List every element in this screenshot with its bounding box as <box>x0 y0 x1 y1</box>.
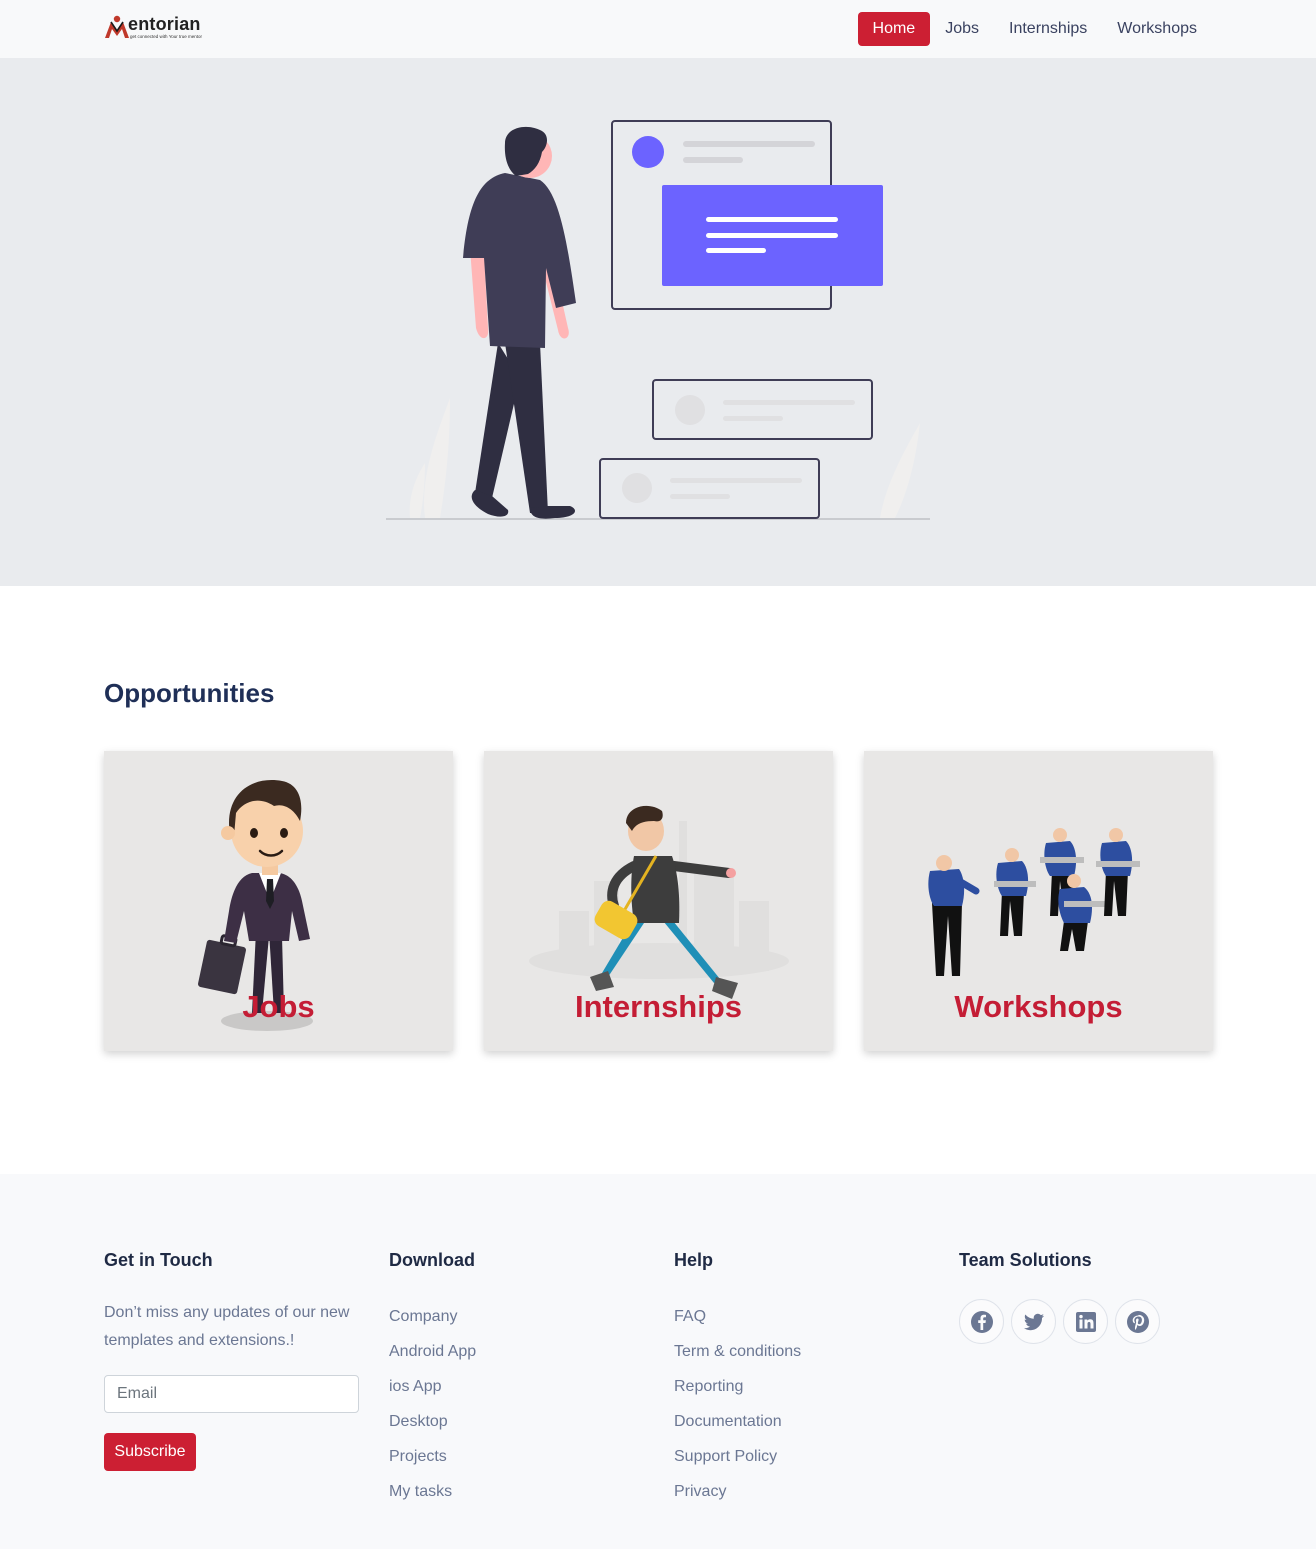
hero-illustration <box>386 120 930 520</box>
help-link-terms[interactable]: Term & conditions <box>674 1334 801 1369</box>
download-link-android-app[interactable]: Android App <box>389 1334 476 1369</box>
download-link-ios-app[interactable]: ios App <box>389 1369 476 1404</box>
opportunities-heading: Opportunities <box>104 678 275 708</box>
download-link-my-tasks[interactable]: My tasks <box>389 1474 476 1509</box>
team-solutions-heading: Team Solutions <box>959 1250 1092 1270</box>
footer-get-in-touch: Get in Touch Don’t miss any updates of o… <box>104 1250 359 1471</box>
help-link-privacy[interactable]: Privacy <box>674 1474 801 1509</box>
nav-internships[interactable]: Internships <box>994 12 1102 46</box>
facebook-icon[interactable] <box>959 1299 1004 1344</box>
footer: Get in Touch Don’t miss any updates of o… <box>0 1174 1316 1549</box>
download-link-desktop[interactable]: Desktop <box>389 1404 476 1439</box>
download-link-projects[interactable]: Projects <box>389 1439 476 1474</box>
newsletter-text: Don’t miss any updates of our new templa… <box>104 1304 350 1349</box>
help-link-support-policy[interactable]: Support Policy <box>674 1439 801 1474</box>
card-workshops-label: Workshops <box>954 989 1123 1024</box>
card-internships[interactable]: Internships <box>484 751 833 1051</box>
pinterest-icon[interactable] <box>1115 1299 1160 1344</box>
email-field[interactable] <box>104 1375 359 1413</box>
footer-team-solutions: Team Solutions <box>959 1250 1160 1344</box>
nav-home[interactable]: Home <box>857 12 931 46</box>
hero-banner <box>0 58 1316 586</box>
main-nav: Home Jobs Internships Workshops <box>857 12 1212 46</box>
get-in-touch-heading: Get in Touch <box>104 1250 213 1270</box>
mentorian-logo[interactable]: entorian get connected with Your true me… <box>104 14 204 46</box>
download-heading: Download <box>389 1250 475 1270</box>
card-jobs-label: Jobs <box>242 989 315 1024</box>
nav-jobs[interactable]: Jobs <box>930 12 994 46</box>
card-workshops[interactable]: Workshops <box>864 751 1213 1051</box>
navbar: entorian get connected with Your true me… <box>0 0 1316 58</box>
subscribe-button[interactable]: Subscribe <box>104 1433 196 1471</box>
card-jobs[interactable]: Jobs <box>104 751 453 1051</box>
footer-download: Download Company Android App ios App Des… <box>389 1250 476 1509</box>
social-links <box>959 1299 1160 1344</box>
download-link-company[interactable]: Company <box>389 1299 476 1334</box>
brand-tagline: get connected with Your true mentor <box>130 34 203 39</box>
twitter-icon[interactable] <box>1011 1299 1056 1344</box>
logo-m-icon <box>104 14 130 40</box>
footer-help: Help FAQ Term & conditions Reporting Doc… <box>674 1250 801 1509</box>
nav-workshops[interactable]: Workshops <box>1102 12 1212 46</box>
help-link-reporting[interactable]: Reporting <box>674 1369 801 1404</box>
linkedin-icon[interactable] <box>1063 1299 1108 1344</box>
help-link-documentation[interactable]: Documentation <box>674 1404 801 1439</box>
help-link-faq[interactable]: FAQ <box>674 1299 801 1334</box>
help-heading: Help <box>674 1250 714 1270</box>
brand-name: entorian <box>128 14 201 34</box>
card-internships-label: Internships <box>574 989 743 1024</box>
